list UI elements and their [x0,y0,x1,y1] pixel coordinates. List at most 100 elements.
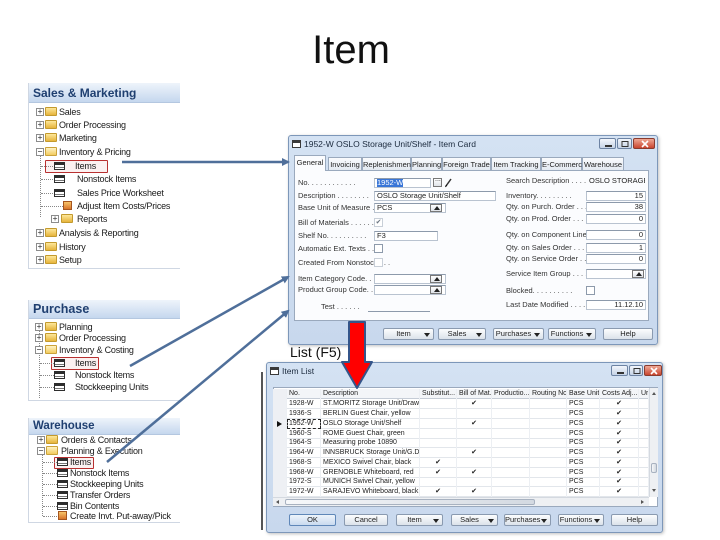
column-header[interactable]: No. [287,389,321,399]
expand-icon[interactable]: + [37,436,45,444]
minimize-button[interactable] [611,365,628,376]
scroll-left-icon[interactable] [276,500,279,504]
scroll-down-icon[interactable] [652,489,656,492]
tree-item-create-put-away-pick[interactable]: Create Invt. Put-away/Pick [29,510,180,522]
purchases-menu-button[interactable]: Purchases [504,514,551,526]
column-header[interactable]: Description [321,389,420,399]
tree-item-sales-price-worksheet[interactable]: Sales Price Worksheet [29,187,180,199]
column-header[interactable]: Bill of Mat... [457,389,492,399]
qty-on-sales-order-field[interactable]: 1 [586,243,646,253]
tree-item-inventory-costing[interactable]: − Inventory & Costing [29,344,180,356]
sales-menu-button[interactable]: Sales [438,328,486,340]
table-row[interactable]: 1972-W SARAJEVO Whiteboard, black ✔ ✔ PC… [273,487,649,497]
lookup-icon[interactable] [430,286,442,294]
tab-foreign-trade[interactable]: Foreign Trade [442,157,491,171]
tab-planning[interactable]: Planning [411,157,442,171]
tab-general[interactable]: General [294,155,326,171]
column-header[interactable]: Base Unit... [567,389,600,399]
tree-item-order-processing[interactable]: + Order Processing [29,119,180,131]
close-button[interactable] [644,365,662,376]
column-header[interactable]: Substitut... [420,389,457,399]
table-row[interactable]: 1968-S MEXICO Swivel Chair, black ✔ PCS … [273,458,649,468]
qty-on-service-order-field[interactable]: 0 [586,254,646,264]
tree-item-nonstock-items[interactable]: Nonstock Items [29,369,180,381]
panel-header[interactable]: Sales & Marketing [29,83,180,103]
tab-warehouse[interactable]: Warehouse [582,157,624,171]
expand-icon[interactable]: + [35,334,43,342]
test-field[interactable] [368,311,430,312]
assist-edit-icon[interactable] [433,176,442,187]
lookup-icon[interactable] [430,275,442,283]
table-row[interactable]: 1964-W INNSBRUCK Storage Unit/G.Door ✔ P… [273,448,649,458]
bill-of-materials-checkbox[interactable]: ✔ [374,218,383,227]
row-selector[interactable] [273,409,287,419]
table-row[interactable]: 1936-S BERLIN Guest Chair, yellow PCS ✔ [273,409,649,419]
expand-icon[interactable]: + [36,229,44,237]
tree-item-inventory-pricing[interactable]: − Inventory & Pricing [29,146,180,158]
search-description-field[interactable]: OSLO STORAGE... [586,176,646,186]
expand-icon[interactable]: + [35,323,43,331]
tab-e-commerce[interactable]: E-Commerce [541,157,586,171]
tab-replenishment[interactable]: Replenishment [362,157,413,171]
tree-item-order-processing[interactable]: + Order Processing [29,332,180,344]
qty-on-component-lines-field[interactable]: 0 [586,230,646,240]
maximize-button[interactable] [629,365,643,376]
expand-icon[interactable]: + [36,243,44,251]
qty-on-purch-order-field[interactable]: 38 [586,202,646,212]
description-field[interactable]: OSLO Storage Unit/Shelf [374,191,496,201]
blocked-checkbox[interactable] [586,286,595,295]
item-menu-button[interactable]: Item [396,514,443,526]
row-selector[interactable] [273,477,287,487]
row-selector[interactable] [273,448,287,458]
table-row[interactable]: 1964-S Measuring probe 10890 PCS ✔ [273,438,649,448]
collapse-icon[interactable]: − [37,447,45,455]
table-row[interactable]: 1928-W ST.MORITZ Storage Unit/Drawers ✔ … [273,399,649,409]
table-row[interactable]: 1972-S MUNICH Swivel Chair, yellow PCS ✔ [273,477,649,487]
tab-invoicing[interactable]: Invoicing [328,157,362,171]
expand-icon[interactable]: + [36,134,44,142]
qty-on-prod-order-field[interactable]: 0 [586,214,646,224]
scroll-up-icon[interactable] [652,392,656,395]
cancel-button[interactable]: Cancel [344,514,388,526]
sales-menu-button[interactable]: Sales [451,514,498,526]
expand-icon[interactable]: + [51,215,59,223]
shelf-no-field[interactable]: F3 [374,231,438,241]
minimize-button[interactable] [599,138,616,149]
tree-item-marketing[interactable]: + Marketing [29,132,180,144]
scroll-right-icon[interactable] [641,500,644,504]
column-header[interactable]: Routing No. [530,389,567,399]
functions-menu-button[interactable]: Functions [548,328,596,340]
row-selector[interactable] [273,399,287,409]
tree-item-setup[interactable]: + Setup [29,254,180,266]
tree-item-sales[interactable]: + Sales [29,106,180,118]
row-selector[interactable] [273,458,287,468]
horizontal-scrollbar[interactable] [273,497,649,506]
scrollbar-thumb[interactable] [651,463,657,473]
panel-header[interactable]: Warehouse [29,418,180,435]
row-selector[interactable] [273,487,287,497]
tree-item-analysis-reporting[interactable]: + Analysis & Reporting [29,227,180,239]
purchases-menu-button[interactable]: Purchases [493,328,544,340]
last-date-modified-field[interactable]: 11.12.10 [586,300,646,310]
inventory-field[interactable]: 15 [586,191,646,201]
expand-icon[interactable]: + [36,121,44,129]
maximize-button[interactable] [617,138,632,149]
automatic-ext-texts-checkbox[interactable] [374,244,383,253]
functions-menu-button[interactable]: Functions [558,514,604,526]
row-selector[interactable] [273,438,287,448]
tree-item-history[interactable]: + History [29,241,180,253]
created-from-nonstock-checkbox[interactable] [374,258,383,267]
row-selector[interactable] [273,419,287,429]
no-field[interactable]: 1952-W [374,178,431,188]
table-row-selected[interactable]: 1952-W OSLO Storage Unit/Shelf ✔ PCS ✔ [273,419,649,429]
help-button[interactable]: Help [603,328,653,340]
tree-item-items[interactable]: Items [29,160,180,172]
tree-item-stockkeeping-units[interactable]: Stockkeeping Units [29,381,180,393]
column-header[interactable]: Ur [639,389,649,399]
panel-header[interactable]: Purchase [29,300,180,319]
tree-item-nonstock-items[interactable]: Nonstock Items [29,173,180,185]
tab-item-tracking[interactable]: Item Tracking [491,157,541,171]
lookup-icon[interactable] [632,270,644,278]
help-button[interactable]: Help [611,514,658,526]
column-header[interactable]: Productio... [492,389,530,399]
